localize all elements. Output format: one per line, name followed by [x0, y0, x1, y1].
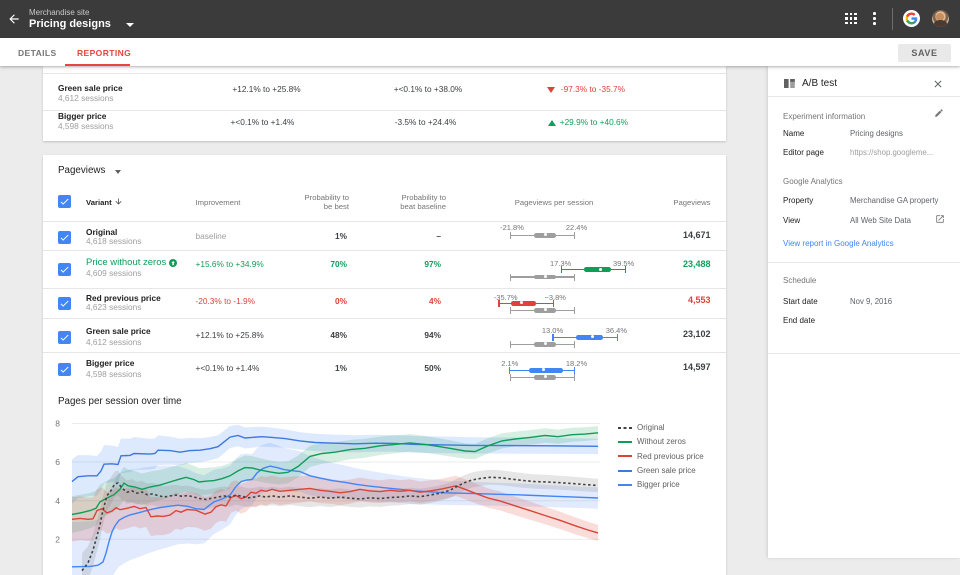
svg-text:4: 4 [55, 496, 60, 506]
svg-text:2: 2 [55, 534, 60, 544]
svg-text:6: 6 [55, 457, 60, 467]
svg-text:8: 8 [55, 419, 60, 429]
